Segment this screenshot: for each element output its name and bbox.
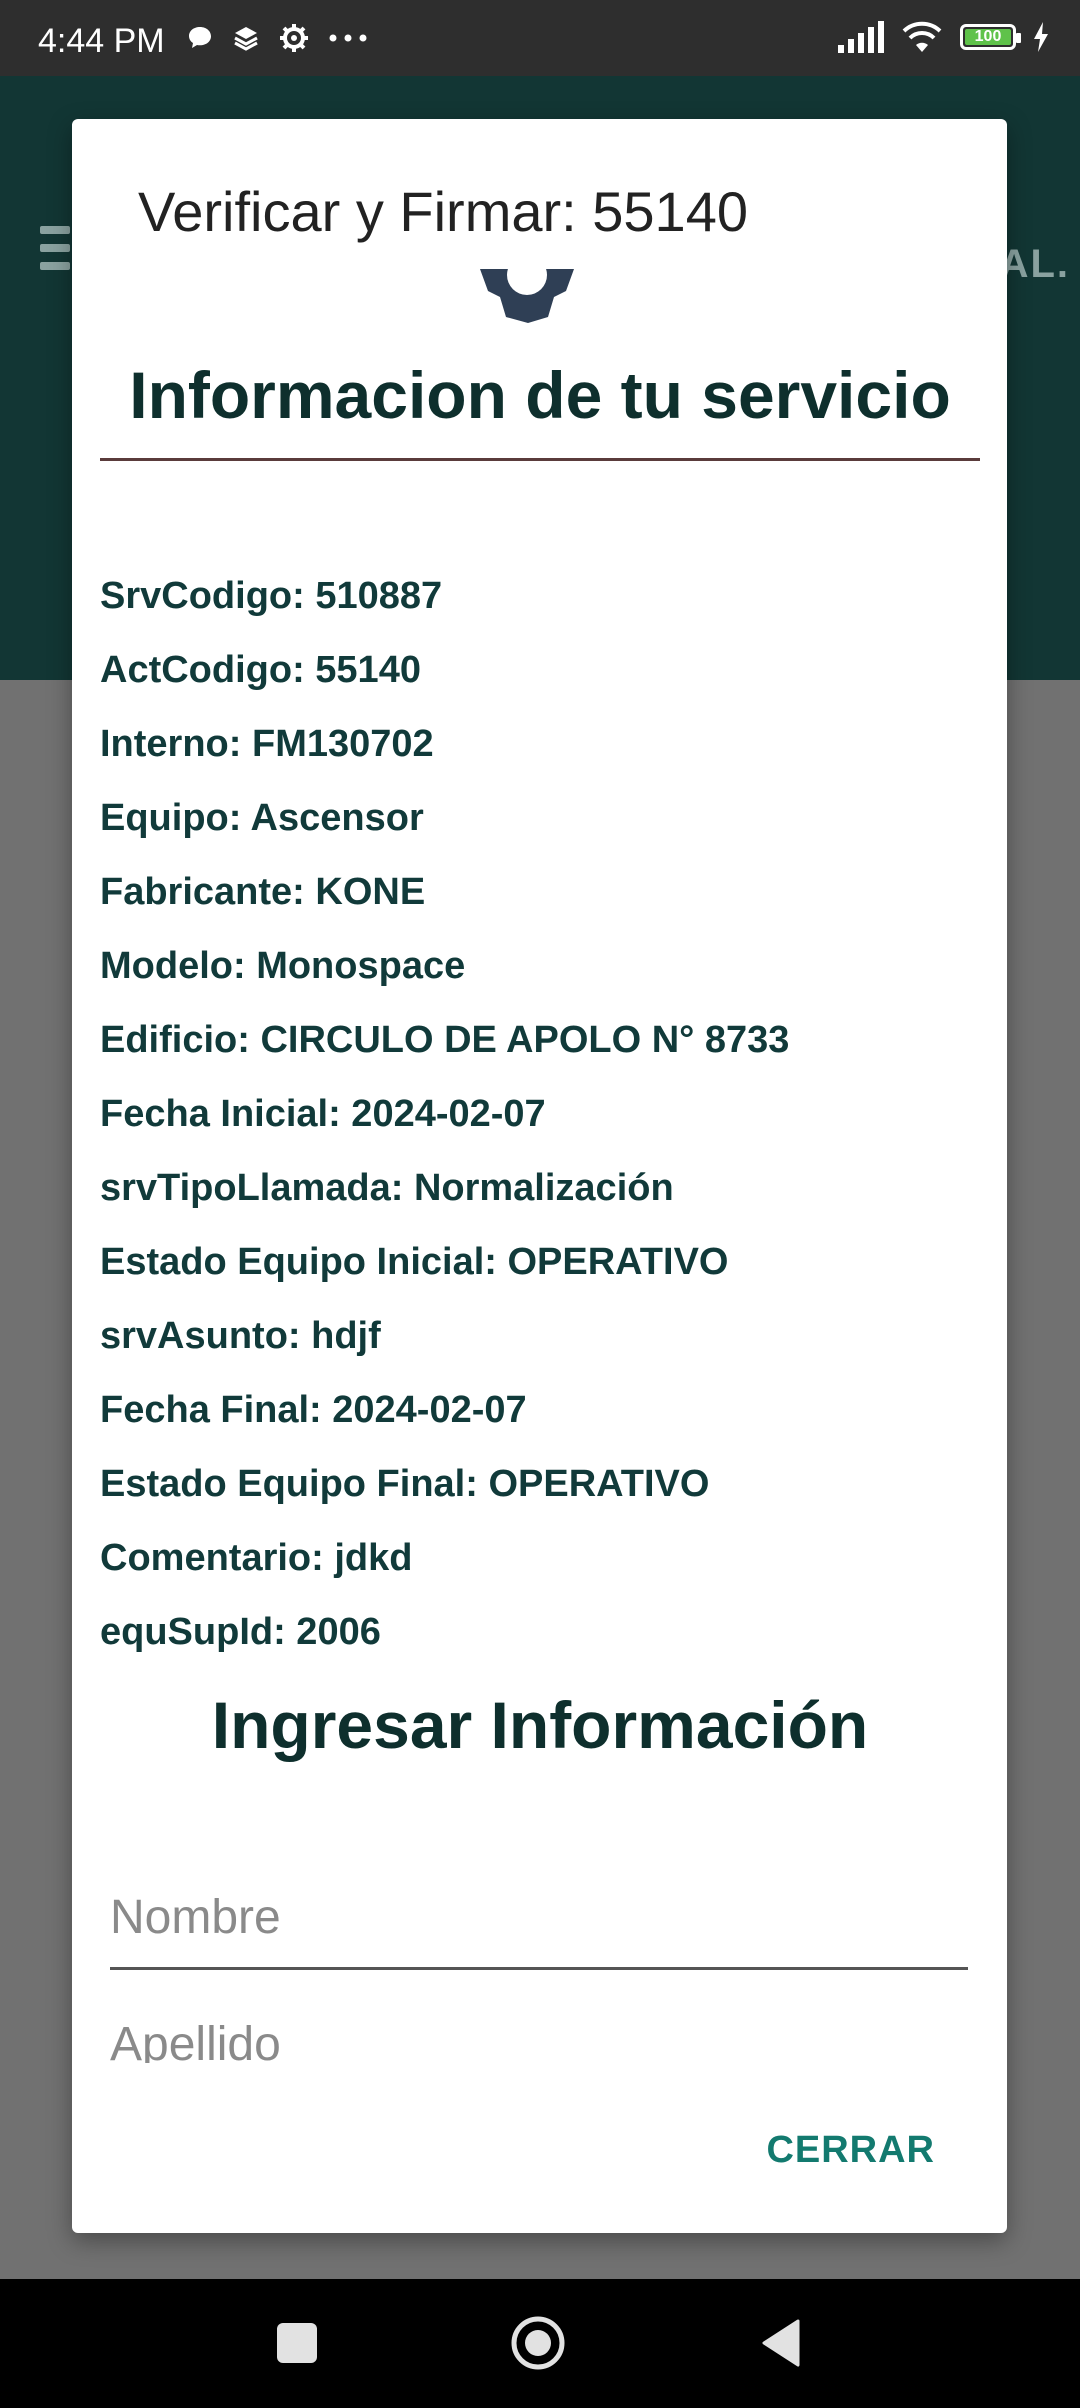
layers-icon [234,27,258,51]
navigation-bar [0,2279,1080,2408]
info-estado-final: Estado Equipo Final: OPERATIVO [100,1463,710,1505]
battery-level: 100 [965,29,1011,45]
info-fabricante: Fabricante: KONE [100,871,426,913]
menu-icon [40,226,70,274]
status-icons-left [186,22,368,54]
info-tipo-llamada: srvTipoLlamada: Normalización [100,1167,674,1209]
dialog-title: Verificar y Firmar: 55140 [138,180,748,243]
info-equipo: Equipo: Ascensor [100,797,424,839]
info-actcodigo: ActCodigo: 55140 [100,649,421,691]
info-estado-inicial: Estado Equipo Inicial: OPERATIVO [100,1241,729,1283]
apellido-field [110,1989,968,2063]
charging-icon [1034,22,1048,52]
status-time: 4:44 PM [38,22,165,60]
nombre-input[interactable] [110,1867,968,1967]
status-icons-right: 100 [836,20,1050,54]
info-edificio: Edificio: CIRCULO DE APOLO N° 8733 [100,1019,790,1061]
info-interno: Interno: FM130702 [100,723,434,765]
info-fecha-inicial: Fecha Inicial: 2024-02-07 [100,1093,546,1135]
info-srvcodigo: SrvCodigo: 510887 [100,575,443,617]
info-modelo: Modelo: Monospace [100,945,466,987]
info-asunto: srvAsunto: hdjf [100,1315,381,1357]
signal-icon [838,21,884,53]
service-info-list: SrvCodigo: 510887 ActCodigo: 55140 Inter… [100,559,980,1669]
status-bar: 4:44 PM 100 [0,0,1080,76]
verify-sign-dialog: Verificar y Firmar: 55140 Informacion de… [72,119,1007,2233]
wifi-icon [902,21,942,52]
close-button[interactable]: CERRAR [756,2119,945,2182]
info-comentario: Comentario: jdkd [100,1537,413,1579]
service-info-heading: Informacion de tu servicio [129,358,951,432]
divider [100,458,980,461]
more-dots-icon [329,34,367,42]
info-fecha-final: Fecha Final: 2024-02-07 [100,1389,527,1431]
app-logo: AL. [999,242,1070,286]
nombre-field [110,1867,968,1970]
home-button[interactable] [510,2315,566,2371]
apellido-input[interactable] [110,1989,968,2063]
info-equsupid: equSupId: 2006 [100,1611,381,1653]
recents-button[interactable] [277,2323,317,2363]
battery-icon: 100 [960,24,1021,50]
back-button[interactable] [760,2319,800,2367]
gear-icon [280,24,308,52]
input-section-heading: Ingresar Información [211,1688,869,1762]
chat-bubble-icon [189,27,211,48]
gear-icon [480,269,574,323]
